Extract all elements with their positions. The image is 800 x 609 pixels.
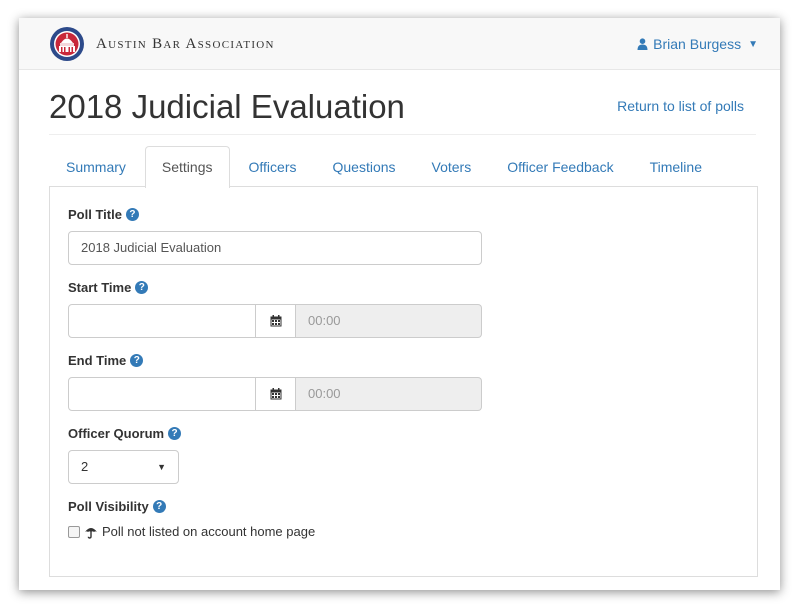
tab-officers[interactable]: Officers [232, 146, 314, 187]
app-window: Austin Bar Association Brian Burgess ▼ 2… [19, 18, 780, 590]
navbar: Austin Bar Association Brian Burgess ▼ [19, 18, 780, 70]
end-date-input[interactable] [68, 377, 256, 411]
start-date-input[interactable] [68, 304, 256, 338]
settings-panel: Poll Title ? 2018 Judicial Evaluation St… [49, 187, 758, 577]
question-circle-icon[interactable]: ? [135, 281, 149, 294]
start-time-label: Start Time ? [68, 280, 149, 295]
end-date-picker-button[interactable] [256, 377, 296, 411]
officer-quorum-value: 2 [81, 459, 89, 474]
officer-quorum-label: Officer Quorum ? [68, 426, 182, 441]
poll-not-listed-label: Poll not listed on account home page [102, 524, 316, 539]
user-icon [637, 38, 648, 50]
tab-questions[interactable]: Questions [315, 146, 412, 187]
tab-bar: Summary Settings Officers Questions Vote… [49, 146, 758, 188]
officer-quorum-label-text: Officer Quorum [68, 426, 165, 441]
tab-timeline[interactable]: Timeline [633, 146, 719, 187]
tab-settings[interactable]: Settings [144, 146, 230, 188]
start-date-picker-button[interactable] [256, 304, 296, 338]
question-circle-icon[interactable]: ? [125, 208, 139, 221]
poll-title-label: Poll Title ? [68, 207, 139, 222]
chevron-down-icon: ▼ [157, 462, 166, 472]
austin-bar-logo[interactable] [49, 26, 85, 62]
end-time-label: End Time ? [68, 353, 144, 368]
tab-summary[interactable]: Summary [49, 146, 143, 187]
end-time-input[interactable]: 00:00 [296, 377, 482, 411]
page-title: 2018 Judicial Evaluation [49, 88, 405, 125]
tab-officer-feedback[interactable]: Officer Feedback [490, 146, 630, 187]
poll-visibility-label: Poll Visibility ? [68, 499, 166, 514]
tab-voters[interactable]: Voters [415, 146, 489, 187]
calendar-icon [270, 388, 281, 400]
poll-visibility-option: Poll not listed on account home page [68, 524, 315, 539]
question-circle-icon[interactable]: ? [130, 354, 144, 367]
end-time-label-text: End Time [68, 353, 127, 368]
start-time-input[interactable]: 00:00 [296, 304, 482, 338]
calendar-icon [270, 315, 281, 327]
poll-title-input[interactable]: 2018 Judicial Evaluation [68, 231, 482, 265]
poll-title-label-text: Poll Title [68, 207, 122, 222]
start-time-label-text: Start Time [68, 280, 132, 295]
brand-name[interactable]: Austin Bar Association [96, 36, 275, 53]
umbrella-icon [85, 527, 97, 539]
user-menu[interactable]: Brian Burgess ▼ [637, 36, 758, 52]
question-circle-icon[interactable]: ? [152, 500, 166, 513]
end-time-group: 00:00 [68, 377, 482, 411]
officer-quorum-select[interactable]: 2 ▼ [68, 450, 179, 484]
chevron-down-icon: ▼ [748, 38, 758, 50]
divider [49, 134, 756, 135]
user-name: Brian Burgess [653, 36, 742, 52]
question-circle-icon[interactable]: ? [168, 427, 182, 440]
poll-visibility-label-text: Poll Visibility [68, 499, 149, 514]
start-time-group: 00:00 [68, 304, 482, 338]
poll-not-listed-checkbox[interactable] [68, 525, 80, 538]
return-to-polls-link[interactable]: Return to list of polls [617, 98, 744, 114]
